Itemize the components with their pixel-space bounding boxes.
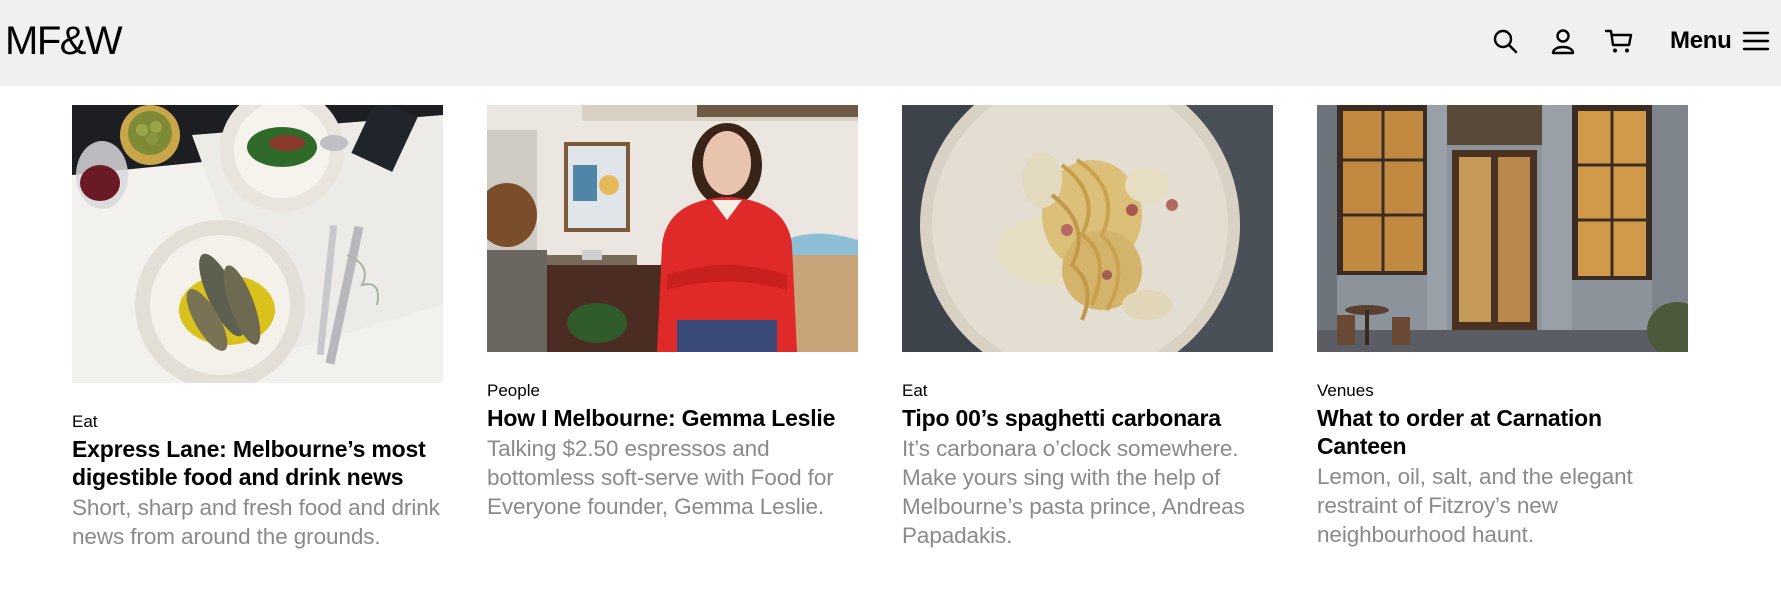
menu-label: Menu (1670, 27, 1732, 54)
menu-button[interactable]: Menu (1670, 22, 1771, 60)
article-description: It’s carbonara o’clock somewhere. Make y… (902, 436, 1245, 548)
article-title[interactable]: What to order at Carnation Canteen (1317, 404, 1688, 460)
article-title[interactable]: Express Lane: Melbourne’s most digestibl… (72, 435, 443, 491)
account-icon[interactable] (1548, 26, 1578, 56)
article-category[interactable]: Venues (1317, 381, 1688, 401)
article-description: Talking $2.50 espressos and bottomless s… (487, 436, 834, 519)
article-image[interactable] (902, 105, 1273, 352)
article-category[interactable]: Eat (902, 381, 1273, 401)
cart-icon[interactable] (1604, 26, 1634, 56)
article-image[interactable] (1317, 105, 1688, 352)
hamburger-icon (1741, 26, 1771, 56)
article-description: Lemon, oil, salt, and the elegant restra… (1317, 464, 1633, 547)
article-image[interactable] (72, 105, 443, 383)
article-category[interactable]: Eat (72, 412, 443, 432)
search-icon[interactable] (1490, 26, 1520, 56)
article-image[interactable] (487, 105, 858, 352)
site-header: MF&W Menu (0, 0, 1781, 86)
site-logo[interactable]: MF&W (5, 19, 123, 63)
article-category[interactable]: People (487, 381, 858, 401)
article-title[interactable]: Tipo 00’s spaghetti carbonara (902, 404, 1273, 432)
article-title[interactable]: How I Melbourne: Gemma Leslie (487, 404, 858, 432)
article-description: Short, sharp and fresh food and drink ne… (72, 495, 440, 549)
